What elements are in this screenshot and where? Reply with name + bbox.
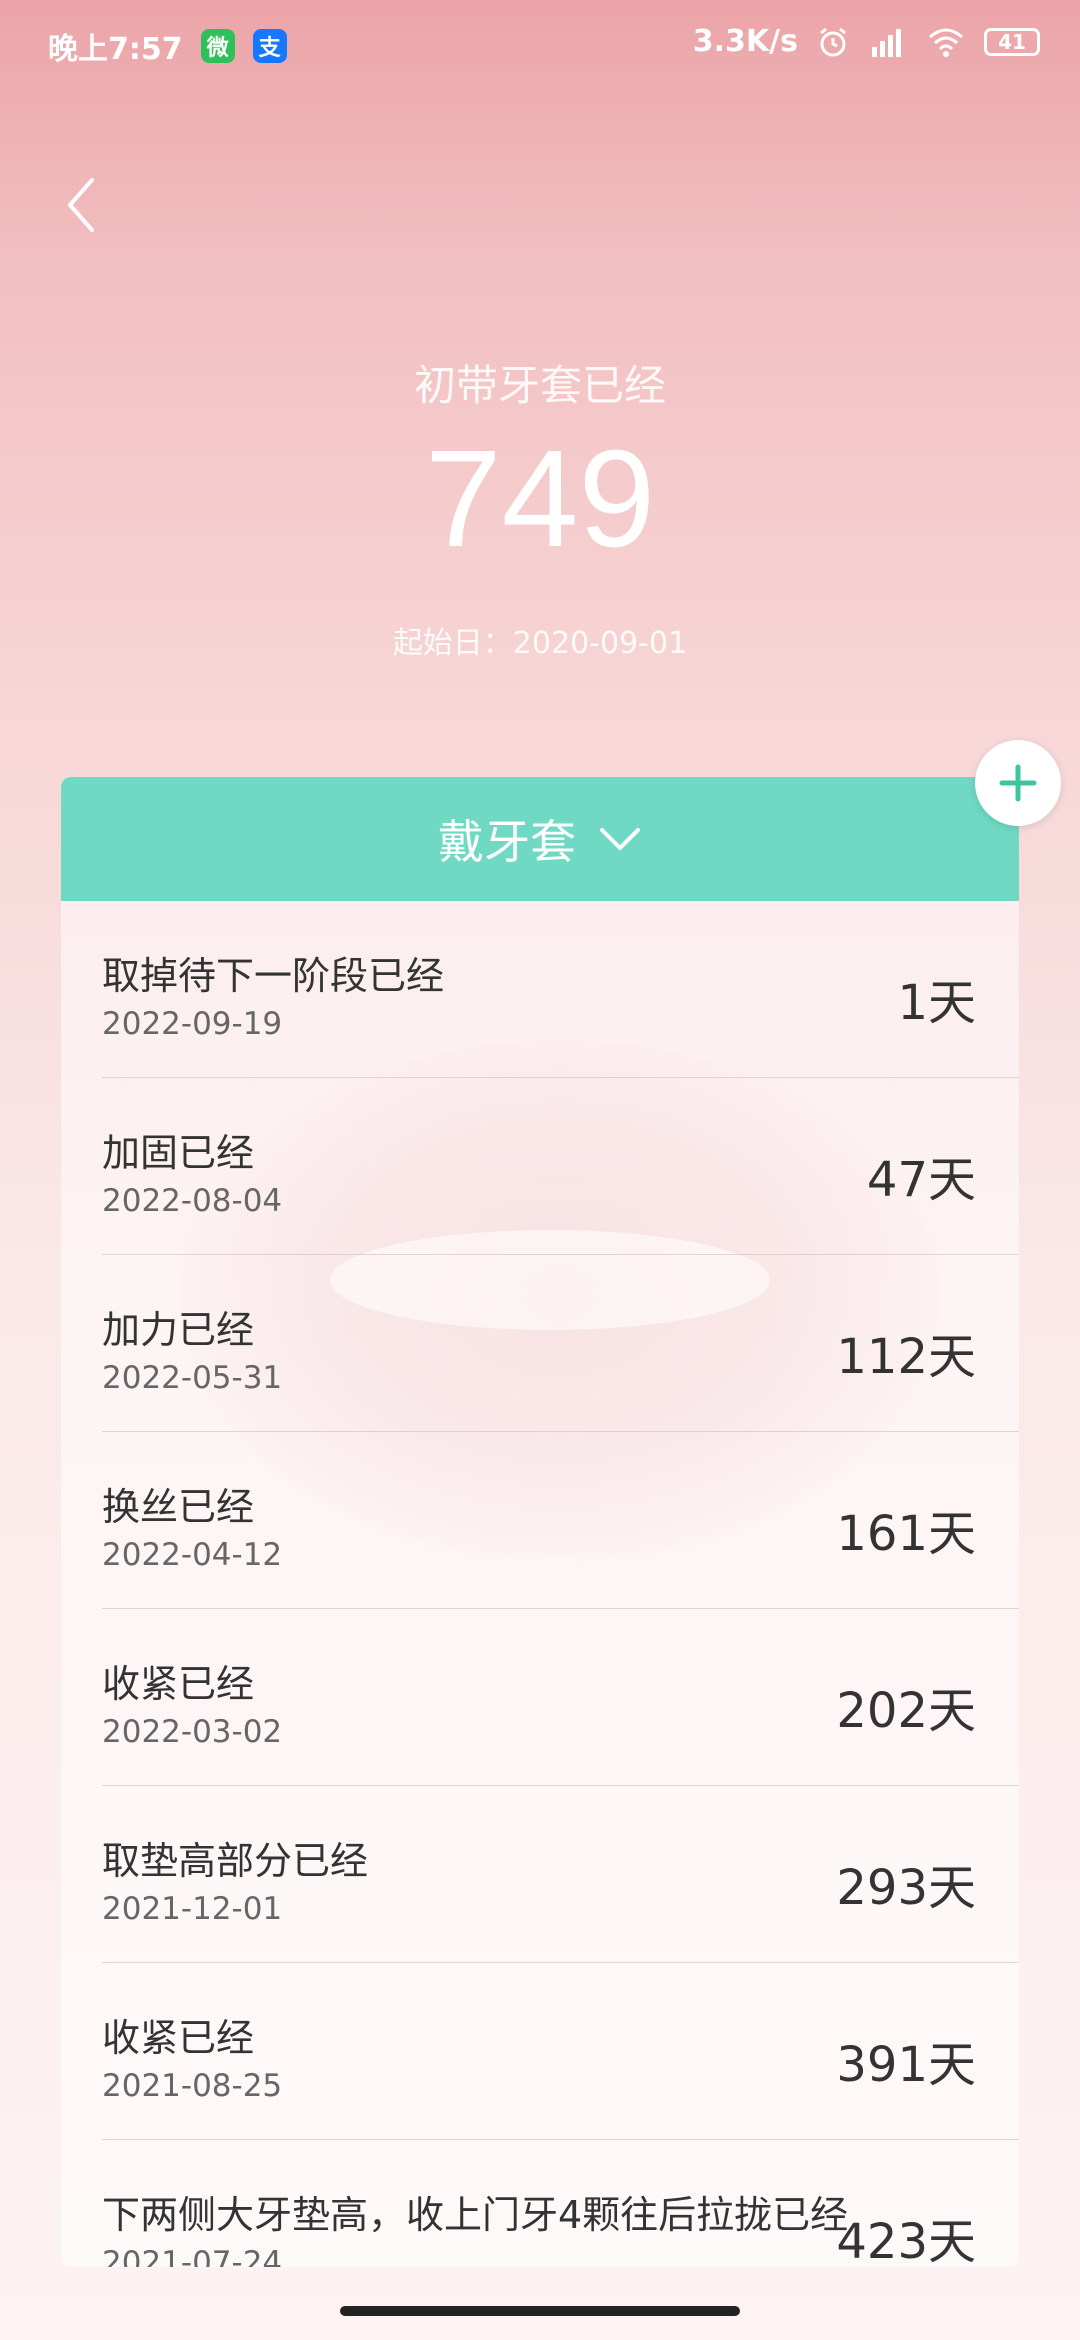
- home-indicator[interactable]: [340, 2306, 740, 2316]
- item-date: 2021-08-25: [102, 2068, 283, 2104]
- back-button[interactable]: [56, 170, 116, 240]
- item-days: 391天: [836, 2037, 976, 2093]
- item-title: 收紧已经: [102, 1662, 255, 1706]
- network-speed: 3.3K/s: [692, 24, 798, 59]
- item-title: 取掉待下一阶段已经: [102, 954, 445, 998]
- item-days: 112天: [836, 1329, 976, 1385]
- add-icon: [999, 764, 1037, 802]
- item-title: 换丝已经: [102, 1485, 255, 1529]
- item-date: 2022-03-02: [102, 1714, 283, 1750]
- list-item[interactable]: 加固已经 2022-08-04 47天: [102, 1078, 1019, 1255]
- item-days: 293天: [836, 1860, 976, 1916]
- header-title: 初带牙套已经: [413, 361, 666, 410]
- record-list: 取掉待下一阶段已经 2022-09-19 1天 加固已经 2022-08-04 …: [61, 901, 1019, 2267]
- item-date: 2021-07-24: [102, 2245, 283, 2267]
- item-days: 423天: [836, 2214, 976, 2267]
- signal-icon: [872, 28, 901, 57]
- item-date: 2021-12-01: [102, 1891, 283, 1927]
- item-title: 加力已经: [102, 1308, 255, 1352]
- wechat-icon: 微: [200, 29, 235, 63]
- list-item[interactable]: 下两侧大牙垫高，收上门牙4颗往后拉拢已经 2021-07-24 423天: [102, 2140, 1019, 2267]
- status-bar: 晚上7:57 微 支 3.3K/s 41: [0, 0, 1080, 92]
- status-right: 3.3K/s 41: [693, 24, 1040, 59]
- item-days: 161天: [836, 1506, 976, 1562]
- battery-icon: 41: [984, 27, 1040, 56]
- start-date: 起始日：2020-09-01: [392, 626, 688, 661]
- chevron-down-icon: [600, 828, 640, 850]
- item-title: 取垫高部分已经: [102, 1839, 369, 1883]
- alarm-icon: [820, 27, 846, 56]
- list-item[interactable]: 换丝已经 2022-04-12 161天: [102, 1432, 1019, 1609]
- list-item[interactable]: 收紧已经 2022-03-02 202天: [102, 1609, 1019, 1786]
- alipay-icon: 支: [252, 29, 287, 63]
- back-icon: [68, 178, 94, 232]
- item-title: 下两侧大牙垫高，收上门牙4颗往后拉拢已经: [102, 2193, 849, 2237]
- list-item[interactable]: 收紧已经 2021-08-25 391天: [102, 1963, 1019, 2140]
- record-card: 戴牙套 取掉待下一阶段已经 2022-09-19 1天 加固已经 2022-08…: [61, 777, 1019, 2267]
- list-item[interactable]: 加力已经 2022-05-31 112天: [102, 1255, 1019, 1432]
- status-left: 晚上7:57 微 支: [48, 24, 287, 68]
- day-count: 749: [424, 422, 656, 576]
- item-date: 2022-05-31: [102, 1360, 283, 1396]
- list-item[interactable]: 取垫高部分已经 2021-12-01 293天: [102, 1786, 1019, 1963]
- wifi-icon: [929, 28, 963, 57]
- item-days: 202天: [836, 1683, 976, 1739]
- item-days: 1天: [897, 975, 976, 1031]
- item-title: 加固已经: [102, 1131, 255, 1175]
- item-date: 2022-09-19: [102, 1006, 283, 1042]
- status-time: 晚上7:57: [48, 32, 183, 67]
- category-title: 戴牙套: [438, 815, 576, 869]
- item-title: 收紧已经: [102, 2016, 255, 2060]
- list-item[interactable]: 取掉待下一阶段已经 2022-09-19 1天: [102, 901, 1019, 1078]
- item-date: 2022-08-04: [102, 1183, 283, 1219]
- add-button[interactable]: [975, 740, 1061, 826]
- category-dropdown[interactable]: 戴牙套: [61, 777, 1019, 901]
- item-days: 47天: [866, 1152, 976, 1208]
- item-date: 2022-04-12: [102, 1537, 283, 1573]
